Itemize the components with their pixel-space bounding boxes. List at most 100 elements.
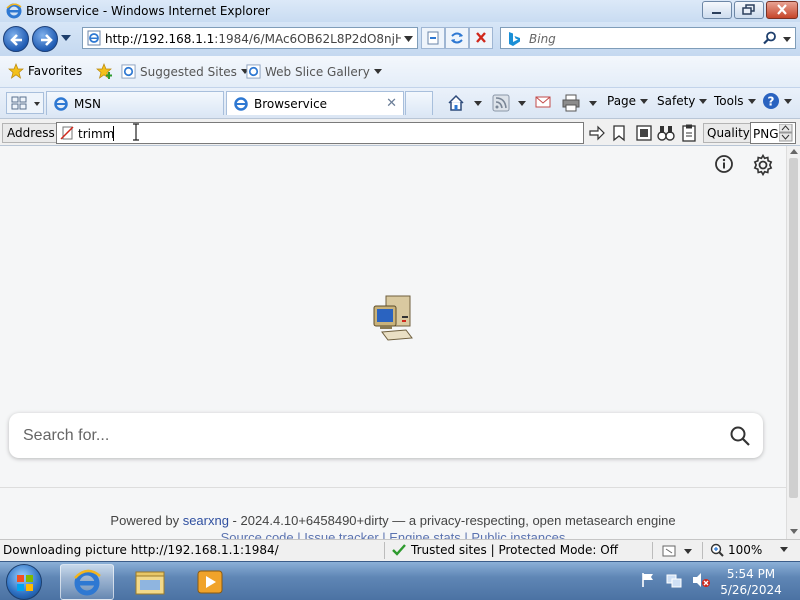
tab-row: MSN Browservice ✕ Page Safety Tools ? [0, 88, 800, 118]
tools-menu-label: Tools [714, 94, 744, 108]
checkmark-icon [392, 544, 406, 556]
security-zone[interactable]: Trusted sites | Protected Mode: Off [392, 543, 618, 557]
navigation-bar: http://192.168.1.1:1984/6/MAc6OB62L8P2dO… [0, 22, 800, 56]
footer-links[interactable]: Source code | Issue tracker | Engine sta… [0, 530, 786, 539]
print-dropdown-icon[interactable] [589, 101, 597, 106]
feeds-dropdown-icon[interactable] [518, 101, 526, 106]
feeds-icon[interactable] [492, 94, 510, 112]
taskbar-media-player-button[interactable] [184, 564, 238, 600]
footer-version: - 2024.4.10+6458490+dirty — a privacy-re… [228, 513, 676, 528]
favorites-star-icon [8, 63, 24, 79]
status-divider [702, 542, 703, 559]
back-button[interactable] [3, 26, 29, 52]
action-center-flag-icon[interactable] [640, 572, 656, 588]
footer-powered-by: Powered by [110, 513, 183, 528]
quick-tabs-icon [11, 96, 40, 110]
quality-value: PNG [753, 127, 779, 141]
insecure-page-icon [60, 126, 74, 140]
url-field[interactable]: http://192.168.1.1:1984/6/MAc6OB62L8P2dO… [82, 27, 418, 49]
page-icon [87, 30, 101, 46]
text-caret [113, 126, 114, 141]
address-input-text: trimm [78, 127, 115, 141]
ie-page-icon [246, 64, 261, 79]
home-icon[interactable] [447, 94, 465, 112]
new-tab-button[interactable] [405, 91, 433, 115]
search-options-dropdown-icon[interactable] [783, 37, 791, 42]
address-label: Address [2, 123, 60, 143]
go-arrow-icon[interactable] [587, 123, 607, 143]
clock[interactable]: 5:54 PM 5/26/2024 [716, 566, 786, 598]
safety-menu[interactable]: Safety [657, 94, 708, 108]
search-icon[interactable] [729, 425, 751, 447]
url-dropdown-icon[interactable] [404, 36, 413, 42]
web-slice-gallery-label: Web Slice Gallery [265, 64, 370, 79]
ie-tab-icon [54, 96, 68, 111]
taskbar-ie-button[interactable] [60, 564, 114, 600]
stop-button[interactable] [469, 27, 493, 49]
title-bar: Browservice - Windows Internet Explorer [0, 0, 800, 22]
find-binoculars-icon[interactable] [656, 123, 676, 143]
searxng-link[interactable]: searxng [183, 513, 229, 528]
quality-selector[interactable]: PNG [750, 122, 796, 144]
start-button[interactable] [6, 564, 42, 600]
close-tab-icon[interactable]: ✕ [386, 96, 397, 111]
quick-tabs-button[interactable] [6, 92, 44, 114]
help-menu[interactable]: ? [762, 92, 792, 110]
tab-label: MSN [74, 96, 101, 111]
scrollbar-thumb[interactable] [789, 158, 798, 498]
status-divider [384, 542, 385, 559]
network-icon[interactable] [666, 572, 682, 588]
suggested-sites-label: Suggested Sites [140, 64, 237, 79]
refresh-button[interactable] [445, 27, 469, 49]
print-icon[interactable] [561, 94, 581, 112]
clipboard-icon[interactable] [679, 123, 699, 143]
taskbar-explorer-button[interactable] [124, 564, 178, 600]
gear-icon[interactable] [752, 154, 774, 176]
quality-spinner-icon[interactable] [779, 124, 793, 142]
add-to-favorites-bar-icon[interactable] [96, 62, 114, 80]
info-icon[interactable] [714, 154, 734, 174]
zoom-control[interactable]: 100% [710, 543, 789, 557]
tab-label: Browservice [254, 96, 328, 111]
home-dropdown-icon[interactable] [474, 101, 482, 106]
page-menu[interactable]: Page [607, 94, 649, 108]
tab-browservice[interactable]: Browservice ✕ [226, 91, 404, 115]
pop-up-blocker-icon[interactable] [662, 544, 692, 558]
search-input[interactable] [23, 424, 703, 448]
open-bookmarks-icon[interactable] [634, 123, 654, 143]
browservice-toolbar: Address trimm Quality PNG [0, 118, 800, 146]
vertical-scrollbar[interactable] [786, 146, 800, 539]
restore-button[interactable] [734, 1, 764, 19]
stop-icon [476, 32, 486, 43]
web-slice-gallery-link[interactable]: Web Slice Gallery [246, 64, 382, 79]
read-mail-icon[interactable] [535, 95, 551, 109]
bookmark-icon[interactable] [609, 123, 629, 143]
compatibility-view-button[interactable] [421, 27, 445, 49]
recent-pages-dropdown-icon[interactable] [61, 35, 71, 41]
svg-text:?: ? [768, 95, 775, 109]
bing-search-field[interactable]: Bing [500, 27, 796, 49]
status-divider [652, 542, 653, 559]
volume-muted-icon[interactable] [692, 572, 710, 588]
chevron-down-icon [640, 98, 649, 104]
zoom-icon [710, 543, 724, 557]
minimize-button[interactable] [702, 1, 732, 19]
search-icon[interactable] [763, 31, 777, 45]
media-player-icon [197, 570, 223, 594]
url-host: http://192.168.1.1 [105, 32, 215, 46]
page-content: Powered by searxng - 2024.4.10+6458490+d… [0, 146, 786, 539]
tools-menu[interactable]: Tools [714, 94, 756, 108]
zoom-dropdown-icon [780, 547, 789, 552]
folder-icon [135, 571, 165, 595]
close-window-button[interactable] [766, 1, 798, 19]
help-icon: ? [763, 93, 779, 109]
scroll-up-icon[interactable] [790, 148, 798, 154]
forward-button[interactable] [32, 26, 58, 52]
favorites-button[interactable]: Favorites [8, 63, 82, 79]
text-cursor-icon [133, 123, 139, 141]
system-tray [640, 572, 710, 588]
scroll-down-icon[interactable] [790, 529, 798, 535]
ie-tab-icon [234, 96, 248, 111]
suggested-sites-link[interactable]: Suggested Sites [121, 64, 249, 79]
tab-msn[interactable]: MSN [46, 91, 224, 115]
